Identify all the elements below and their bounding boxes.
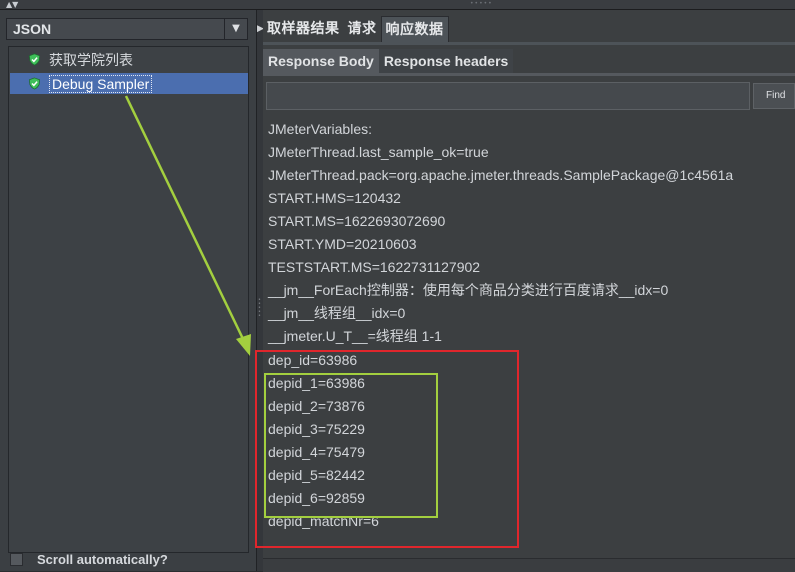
find-input[interactable] [266,82,750,110]
collapse-up-icon[interactable]: ▲▼ [6,1,18,9]
results-tree-panel: JSON ▼ 获取学院列表 Debug Sampler Scroll autom… [0,10,256,571]
tab-divider [263,42,795,45]
sampler-tree[interactable]: 获取学院列表 Debug Sampler [8,46,249,553]
response-sub-tabs: Response Body Response headers [263,49,514,73]
response-line: START.MS=1622693072690 [268,213,446,229]
response-line: JMeterVariables: [268,121,373,137]
result-tabs: 取样器结果 请求 响应数据 [263,16,449,42]
scroll-automatically-label: Scroll automatically? [37,551,168,567]
find-button[interactable]: Find [753,83,795,109]
tab-response-body[interactable]: Response Body [263,49,379,73]
response-line: __jmeter.U_T__=线程组 1-1 [268,328,442,344]
tree-item-label: 获取学院列表 [49,51,133,68]
tree-item-debug-sampler[interactable]: Debug Sampler [10,73,248,94]
caret-down-icon[interactable]: ▼ [224,19,247,39]
renderer-select[interactable]: JSON ▼ [6,18,248,40]
response-line: JMeterThread.pack=org.apache.jmeter.thre… [268,167,734,183]
tab-sampler-result[interactable]: 取样器结果 [263,16,344,42]
response-line: TESTSTART.MS=1622731127902 [268,259,481,275]
tree-item-label: Debug Sampler [49,74,153,93]
scroll-automatically-checkbox[interactable] [10,552,23,566]
renderer-select-value: JSON [13,21,52,37]
splitter-grip-icon[interactable]: • • • • • [258,298,261,319]
sub-tab-divider [263,73,795,76]
shield-check-icon [28,77,41,90]
tree-item-get-college-list[interactable]: 获取学院列表 [10,49,133,70]
tab-request[interactable]: 请求 [344,16,381,42]
shield-check-icon [28,53,41,66]
response-line: JMeterThread.last_sample_ok=true [268,144,489,160]
resize-grip-icon[interactable]: ••••• [470,1,493,7]
response-line: __jm__线程组__idx=0 [268,305,406,321]
tab-response-data[interactable]: 响应数据 [380,16,449,42]
annotation-green-box [264,373,438,518]
top-collapse-strip[interactable]: ▲▼ ••••• [0,0,795,10]
scroll-automatically-option[interactable]: Scroll automatically? [8,548,168,570]
response-line: __jm__ForEach控制器：使用每个商品分类进行百度请求__idx=0 [268,282,669,298]
response-line: START.YMD=20210603 [268,236,417,252]
response-line: START.HMS=120432 [268,190,401,206]
tab-response-headers[interactable]: Response headers [378,49,514,73]
horizontal-scrollbar[interactable] [263,558,795,572]
